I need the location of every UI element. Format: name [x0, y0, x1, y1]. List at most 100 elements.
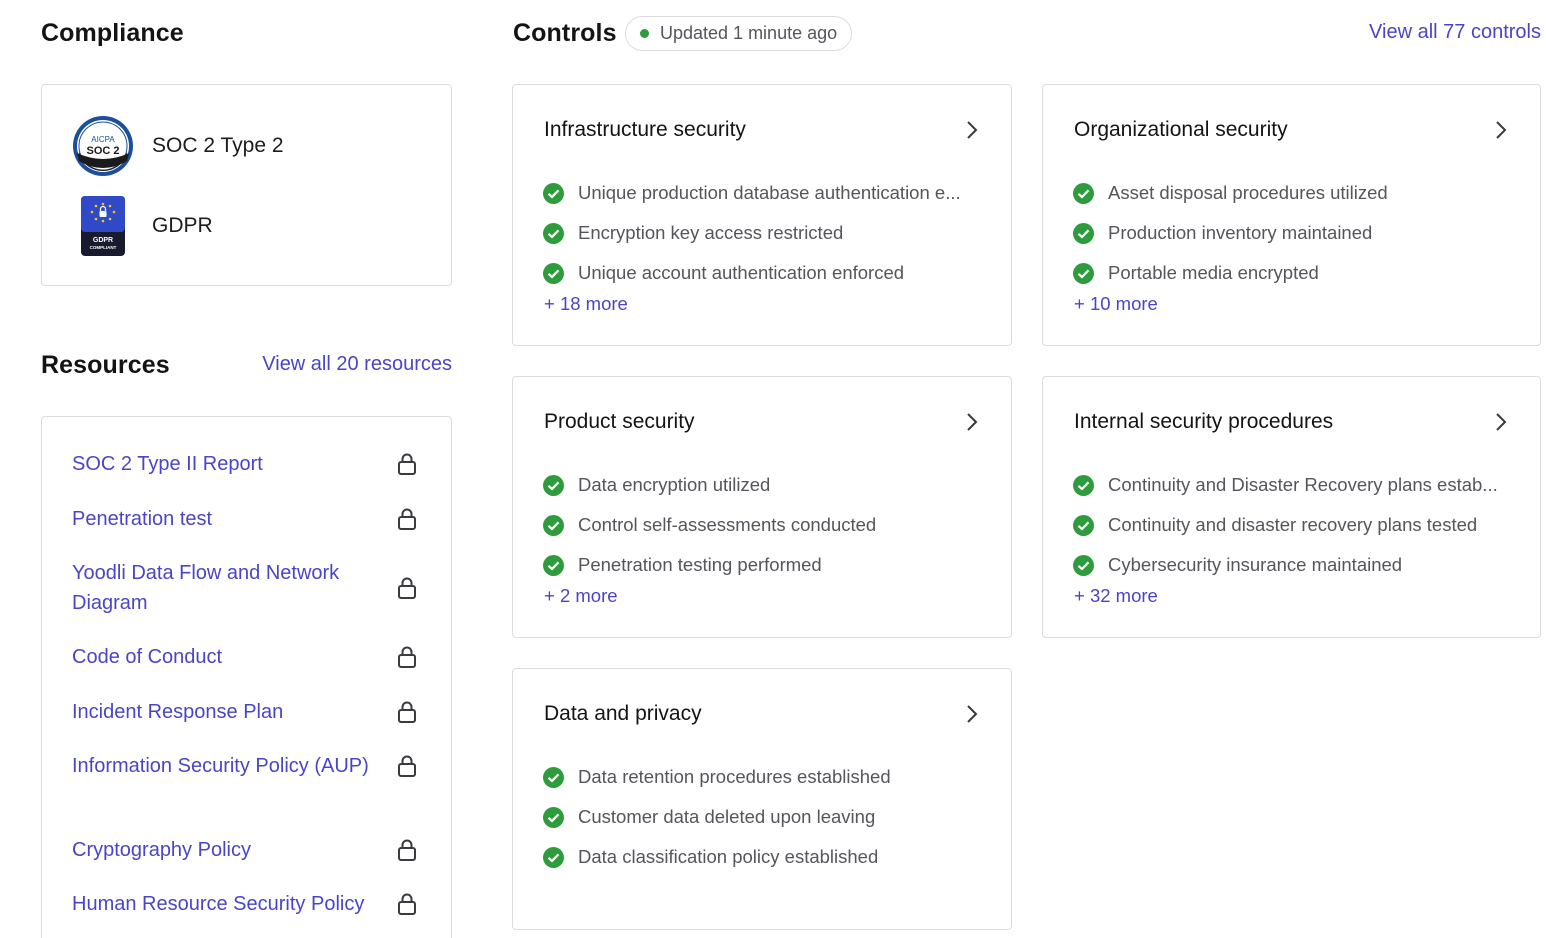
- control-item-label: Portable media encrypted: [1108, 262, 1319, 283]
- resource-link[interactable]: SOC 2 Type II Report: [72, 449, 372, 479]
- check-circle-icon: [543, 474, 564, 496]
- check-circle-icon: [1073, 262, 1094, 284]
- lock-icon: [398, 893, 416, 915]
- compliance-card: AICPA SOC 2 SOC 2 Type 2 GDPR COMPLIANT: [41, 84, 452, 286]
- controls-title: Controls: [513, 19, 617, 47]
- soc2-badge-icon: AICPA SOC 2: [72, 115, 134, 177]
- control-item: Cybersecurity insurance maintained: [1073, 545, 1510, 585]
- control-card-title: Organizational security: [1074, 118, 1288, 141]
- resource-link[interactable]: Code of Conduct: [72, 642, 372, 672]
- check-circle-icon: [543, 554, 564, 576]
- resource-item[interactable]: Penetration test: [72, 504, 417, 534]
- control-item-label: Unique account authentication enforced: [578, 262, 905, 283]
- resource-item[interactable]: Human Resource Security Policy: [72, 889, 417, 919]
- control-item-label: Production inventory maintained: [1108, 222, 1373, 243]
- control-list: Continuity and Disaster Recovery plans e…: [1073, 465, 1510, 585]
- check-circle-icon: [543, 182, 564, 204]
- resource-item[interactable]: Code of Conduct: [72, 642, 417, 672]
- control-item: Unique account authentication enforced: [543, 253, 981, 293]
- updated-status-badge: Updated 1 minute ago: [625, 16, 853, 51]
- control-item-label: Continuity and Disaster Recovery plans e…: [1108, 474, 1498, 495]
- show-more-link[interactable]: + 2 more: [544, 585, 618, 607]
- check-circle-icon: [1073, 222, 1094, 244]
- control-card-internal-procedures[interactable]: Internal security procedures Continuity …: [1042, 376, 1541, 638]
- compliance-title: Compliance: [41, 19, 184, 47]
- resource-link[interactable]: Cryptography Policy: [72, 835, 372, 865]
- control-item-label: Penetration testing performed: [578, 554, 822, 575]
- control-list: Asset disposal procedures utilized Produ…: [1073, 173, 1510, 293]
- svg-text:GDPR: GDPR: [93, 237, 113, 244]
- control-item: Portable media encrypted: [1073, 253, 1510, 293]
- resource-item[interactable]: Information Security Policy (AUP): [72, 751, 417, 781]
- resource-link[interactable]: Yoodli Data Flow and Network Diagram: [72, 558, 372, 618]
- resource-link[interactable]: Incident Response Plan: [72, 697, 372, 727]
- control-item: Control self-assessments conducted: [543, 505, 981, 545]
- cert-name: GDPR: [152, 214, 213, 237]
- control-card-title: Data and privacy: [544, 702, 702, 725]
- control-item: Customer data deleted upon leaving: [543, 797, 981, 837]
- resource-item[interactable]: Yoodli Data Flow and Network Diagram: [72, 558, 417, 618]
- check-circle-icon: [1073, 554, 1094, 576]
- resource-item[interactable]: SOC 2 Type II Report: [72, 449, 417, 479]
- svg-text:AICPA: AICPA: [91, 135, 115, 144]
- control-item: Data retention procedures established: [543, 757, 981, 797]
- check-circle-icon: [543, 806, 564, 828]
- control-item-label: Data encryption utilized: [578, 474, 771, 495]
- svg-text:COMPLIANT: COMPLIANT: [90, 245, 117, 250]
- control-item: Production inventory maintained: [1073, 213, 1510, 253]
- check-circle-icon: [543, 514, 564, 536]
- chevron-right-icon[interactable]: [965, 703, 979, 725]
- control-item: Penetration testing performed: [543, 545, 981, 585]
- control-item-label: Customer data deleted upon leaving: [578, 806, 876, 827]
- control-card-organizational[interactable]: Organizational security Asset disposal p…: [1042, 84, 1541, 346]
- cert-soc2[interactable]: AICPA SOC 2 SOC 2 Type 2: [72, 115, 284, 177]
- check-circle-icon: [543, 766, 564, 788]
- control-card-title: Product security: [544, 410, 695, 433]
- lock-icon: [398, 646, 416, 668]
- control-card-title: Internal security procedures: [1074, 410, 1334, 433]
- control-card-title: Infrastructure security: [544, 118, 746, 141]
- show-more-link[interactable]: + 10 more: [1074, 293, 1158, 315]
- view-all-resources-link[interactable]: View all 20 resources: [262, 353, 452, 376]
- lock-icon: [398, 839, 416, 861]
- show-more-link[interactable]: + 18 more: [544, 293, 628, 315]
- resource-link[interactable]: Penetration test: [72, 504, 372, 534]
- control-item: Continuity and Disaster Recovery plans e…: [1073, 465, 1510, 505]
- control-item: Data classification policy established: [543, 837, 981, 877]
- lock-icon: [398, 508, 416, 530]
- lock-icon: [398, 577, 416, 599]
- cert-gdpr[interactable]: GDPR COMPLIANT GDPR: [72, 195, 213, 257]
- control-item-label: Cybersecurity insurance maintained: [1108, 554, 1403, 575]
- control-item-label: Encryption key access restricted: [578, 222, 844, 243]
- resources-card: SOC 2 Type II Report Penetration test Yo…: [41, 416, 452, 938]
- cert-name: SOC 2 Type 2: [152, 134, 284, 157]
- show-more-link[interactable]: + 32 more: [1074, 585, 1158, 607]
- control-item-label: Control self-assessments conducted: [578, 514, 877, 535]
- check-circle-icon: [1073, 182, 1094, 204]
- control-list: Data retention procedures established Cu…: [543, 757, 981, 877]
- chevron-right-icon[interactable]: [1494, 411, 1508, 433]
- chevron-right-icon[interactable]: [965, 411, 979, 433]
- lock-icon: [398, 701, 416, 723]
- control-item: Encryption key access restricted: [543, 213, 981, 253]
- lock-icon: [398, 453, 416, 475]
- control-item-label: Unique production database authenticatio…: [578, 182, 961, 203]
- resources-title: Resources: [41, 351, 170, 379]
- control-item-label: Data classification policy established: [578, 846, 879, 867]
- resource-item[interactable]: Incident Response Plan: [72, 697, 417, 727]
- control-list: Data encryption utilized Control self-as…: [543, 465, 981, 585]
- control-card-infrastructure[interactable]: Infrastructure security Unique productio…: [512, 84, 1012, 346]
- resource-item[interactable]: Cryptography Policy: [72, 835, 417, 865]
- control-card-data-privacy[interactable]: Data and privacy Data retention procedur…: [512, 668, 1012, 930]
- control-card-product[interactable]: Product security Data encryption utilize…: [512, 376, 1012, 638]
- control-item: Data encryption utilized: [543, 465, 981, 505]
- view-all-controls-link[interactable]: View all 77 controls: [1369, 21, 1541, 44]
- chevron-right-icon[interactable]: [1494, 119, 1508, 141]
- check-circle-icon: [543, 262, 564, 284]
- check-circle-icon: [1073, 474, 1094, 496]
- lock-icon: [398, 755, 416, 777]
- control-item-label: Continuity and disaster recovery plans t…: [1108, 514, 1478, 535]
- resource-link[interactable]: Information Security Policy (AUP): [72, 751, 372, 781]
- resource-link[interactable]: Human Resource Security Policy: [72, 889, 392, 919]
- chevron-right-icon[interactable]: [965, 119, 979, 141]
